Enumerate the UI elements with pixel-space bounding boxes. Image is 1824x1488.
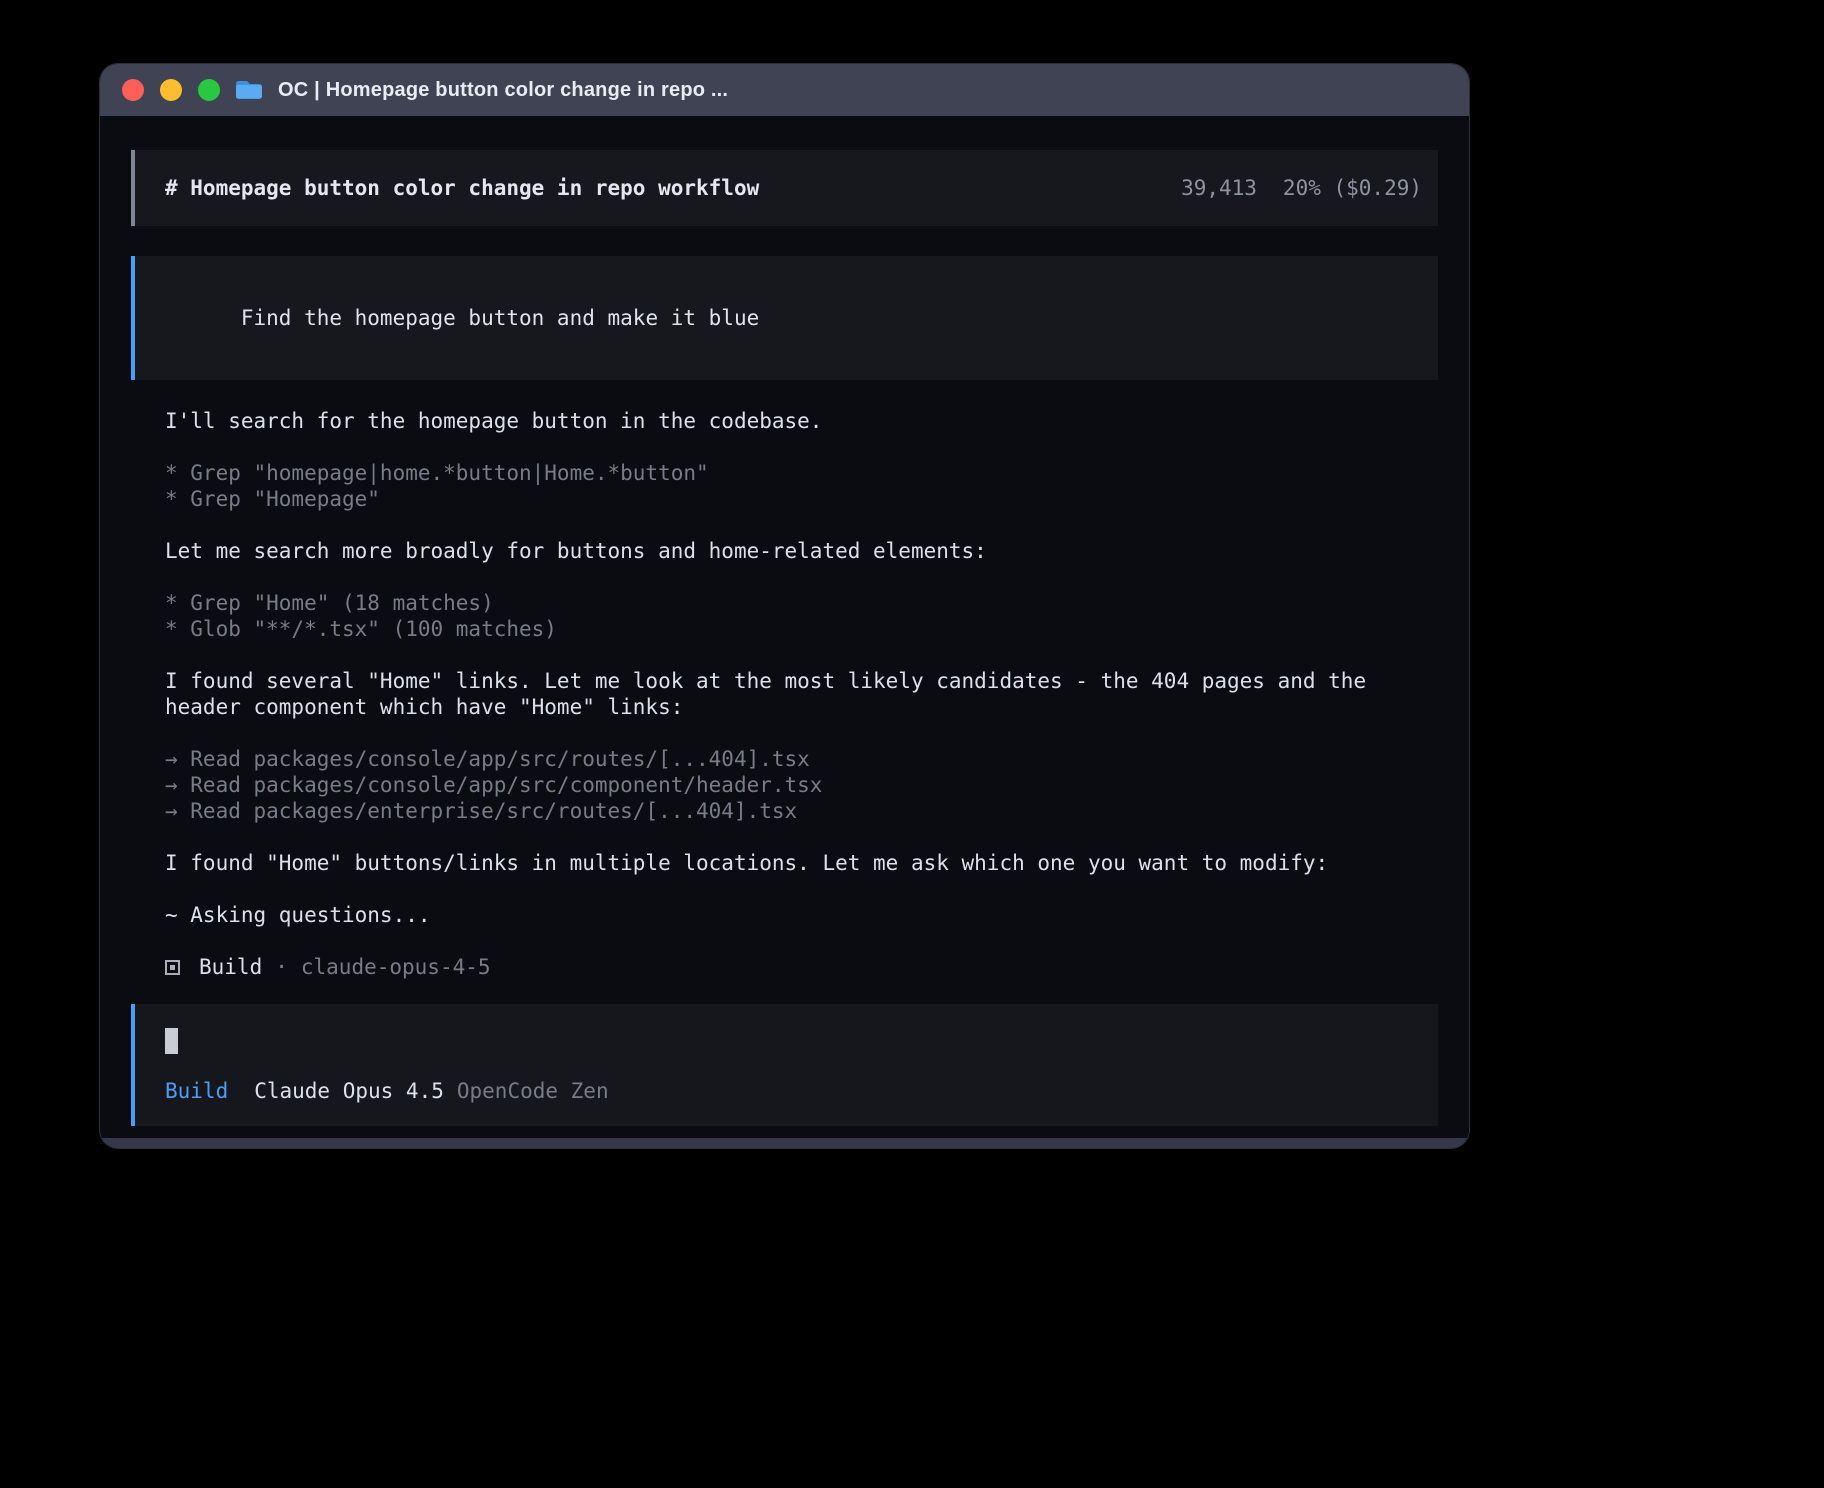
window-title: OC | Homepage button color change in rep…: [278, 79, 728, 102]
user-message: Find the homepage button and make it blu…: [131, 256, 1438, 380]
model-row: Build Claude Opus 4.5 OpenCode Zen: [165, 1078, 1408, 1104]
prompt-input[interactable]: Build Claude Opus 4.5 OpenCode Zen: [131, 1004, 1438, 1126]
text-cursor: [165, 1028, 178, 1054]
transcript-line: → Read packages/console/app/src/routes/[…: [165, 746, 1438, 772]
transcript-line: * Grep "homepage|home.*button|Home.*butt…: [165, 460, 1438, 486]
session-header: # Homepage button color change in repo w…: [131, 150, 1438, 226]
minimize-button[interactable]: [160, 79, 182, 101]
transcript-line: [165, 642, 1438, 668]
transcript-line: [165, 720, 1438, 746]
transcript-line: ~ Asking questions...: [165, 902, 1438, 928]
transcript: I'll search for the homepage button in t…: [165, 408, 1438, 928]
token-count: 39,413: [1181, 175, 1257, 201]
transcript-line: I found "Home" buttons/links in multiple…: [165, 850, 1438, 876]
transcript-line: [165, 824, 1438, 850]
transcript-line: [165, 564, 1438, 590]
folder-icon: [234, 78, 264, 102]
transcript-line: * Grep "Homepage": [165, 486, 1438, 512]
transcript-line: Let me search more broadly for buttons a…: [165, 538, 1438, 564]
session-content: # Homepage button color change in repo w…: [100, 116, 1469, 1148]
transcript-line: [165, 876, 1438, 902]
close-button[interactable]: [122, 79, 144, 101]
session-stats: 39,413 20% ($0.29): [1181, 175, 1422, 201]
transcript-line: → Read packages/console/app/src/componen…: [165, 772, 1438, 798]
agent-separator: ·: [275, 954, 288, 980]
zoom-button[interactable]: [198, 79, 220, 101]
agent-name: Build: [199, 954, 262, 980]
provider-name: OpenCode Zen: [457, 1078, 609, 1104]
transcript-line: * Glob "**/*.tsx" (100 matches): [165, 616, 1438, 642]
transcript-line: * Grep "Home" (18 matches): [165, 590, 1438, 616]
transcript-line: I found several "Home" links. Let me loo…: [165, 668, 1438, 720]
terminal-window: OC | Homepage button color change in rep…: [100, 64, 1469, 1148]
user-message-text: Find the homepage button and make it blu…: [241, 306, 759, 330]
agent-icon: [165, 960, 180, 975]
transcript-line: [165, 512, 1438, 538]
agent-mode-label[interactable]: Build: [165, 1078, 228, 1104]
transcript-line: I'll search for the homepage button in t…: [165, 408, 1438, 434]
transcript-line: → Read packages/enterprise/src/routes/[.…: [165, 798, 1438, 824]
session-title: # Homepage button color change in repo w…: [165, 175, 759, 201]
titlebar[interactable]: OC | Homepage button color change in rep…: [100, 64, 1469, 116]
agent-status: Build · claude-opus-4-5: [165, 954, 1438, 980]
model-name: Claude Opus 4.5: [254, 1078, 444, 1104]
window-bottom-frame: [100, 1138, 1469, 1148]
agent-model: claude-opus-4-5: [301, 954, 491, 980]
context-usage: 20% ($0.29): [1283, 175, 1422, 201]
transcript-line: [165, 434, 1438, 460]
